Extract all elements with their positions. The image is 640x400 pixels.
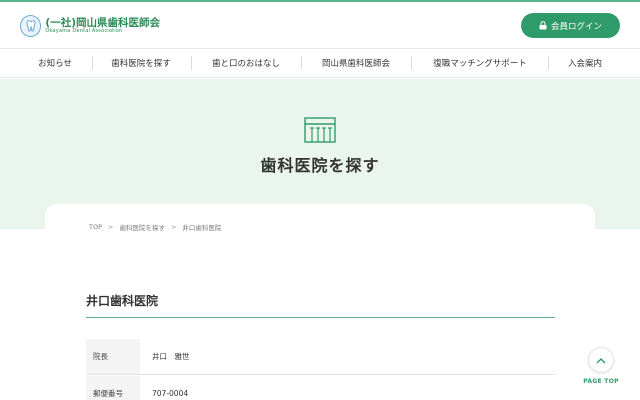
nav-divider xyxy=(301,56,302,70)
nav-item-teeth-stories[interactable]: 歯と口のおはなし xyxy=(196,49,296,77)
page-top-button[interactable]: PAGE TOP xyxy=(580,347,622,389)
global-nav: お知らせ 歯科医院を探す 歯と口のおはなし 岡山県歯科医師会 復職マッチングサポ… xyxy=(0,48,640,78)
nav-divider xyxy=(548,56,549,70)
breadcrumb-top-link[interactable]: TOP xyxy=(89,223,102,231)
nav-item-return-support[interactable]: 復職マッチングサポート xyxy=(416,49,544,77)
info-row-postal-code: 郵便番号 707-0004 xyxy=(86,376,555,400)
breadcrumb-find-clinic-link[interactable]: 歯科医院を探す xyxy=(119,222,165,232)
page-title: 歯科医院を探す xyxy=(260,156,380,175)
nav-divider xyxy=(92,56,93,70)
clinic-name: 井口歯科医院 xyxy=(86,294,159,308)
breadcrumb: TOP > 歯科医院を探す > 井口歯科医院 xyxy=(89,222,221,232)
tooth-logo-icon xyxy=(20,15,42,37)
member-login-button[interactable]: 会員ログイン xyxy=(521,13,620,38)
breadcrumb-separator: > xyxy=(170,223,177,231)
nav-item-find-clinic[interactable]: 歯科医院を探す xyxy=(96,49,186,77)
nav-item-membership[interactable]: 入会案内 xyxy=(552,49,618,77)
clinic-name-underline xyxy=(86,317,555,318)
chevron-up-icon xyxy=(588,347,614,373)
nav-item-association[interactable]: 岡山県歯科医師会 xyxy=(306,49,406,77)
breadcrumb-separator: > xyxy=(108,223,114,231)
site-header: (一社)岡山県歯科医師会 Okayama Dental Association … xyxy=(0,2,640,48)
nav-item-news[interactable]: お知らせ xyxy=(22,49,88,77)
info-label: 院長 xyxy=(86,339,140,374)
nav-divider xyxy=(191,56,192,70)
info-row-director: 院長 井口 雅世 xyxy=(86,339,555,375)
breadcrumb-current: 井口歯科医院 xyxy=(182,224,222,232)
member-login-label: 会員ログイン xyxy=(550,21,602,32)
nav-divider xyxy=(411,56,412,70)
site-logo[interactable]: (一社)岡山県歯科医師会 Okayama Dental Association xyxy=(20,13,160,39)
logo-title: (一社)岡山県歯科医師会 xyxy=(45,16,160,29)
lock-icon xyxy=(539,21,547,30)
logo-subtitle: Okayama Dental Association xyxy=(45,28,123,35)
info-label: 郵便番号 xyxy=(86,376,140,400)
info-value: 井口 雅世 xyxy=(152,352,190,361)
clinic-building-icon xyxy=(303,116,337,144)
info-value: 707-0004 xyxy=(152,389,189,398)
page-top-label: PAGE TOP xyxy=(583,378,619,385)
